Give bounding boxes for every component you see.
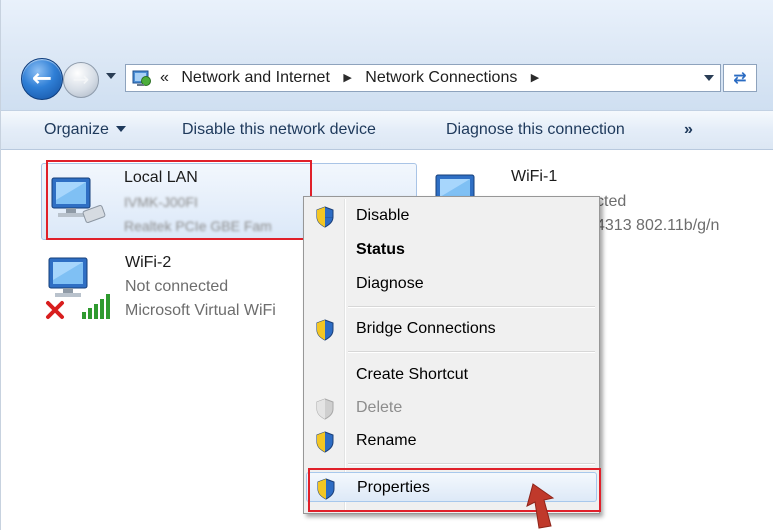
menu-item-label: Rename xyxy=(356,432,417,449)
signal-bars-icon xyxy=(82,294,110,319)
breadcrumb-overflow[interactable]: « xyxy=(160,69,169,86)
breadcrumb-network-and-internet[interactable]: Network and Internet xyxy=(181,69,330,86)
connection-wifi-2[interactable]: WiFi-2 Not connected Microsoft Virtual W… xyxy=(41,250,311,327)
refresh-button[interactable]: ⇄ xyxy=(723,64,757,92)
more-commands-button[interactable]: » xyxy=(684,111,693,149)
address-dropdown-icon[interactable] xyxy=(704,75,714,81)
menu-item-label: Delete xyxy=(356,399,403,416)
address-bar[interactable]: « Network and Internet ▶ Network Connect… xyxy=(125,64,721,92)
menu-item-label: Bridge Connections xyxy=(356,320,496,337)
control-panel-icon xyxy=(132,70,151,86)
disable-device-button[interactable]: Disable this network device xyxy=(182,111,376,149)
explorer-window: ← → « Network and Internet ▶ Network Con… xyxy=(0,0,773,530)
breadcrumb-separator-icon[interactable]: ▶ xyxy=(531,65,539,91)
connection-status: Not connected xyxy=(125,278,229,295)
organize-menu[interactable]: Organize xyxy=(44,111,126,149)
menu-separator xyxy=(348,351,595,353)
menu-item-delete[interactable]: Delete xyxy=(306,393,597,423)
chevron-down-icon xyxy=(115,126,126,132)
menu-item-create-shortcut[interactable]: Create Shortcut xyxy=(306,360,597,390)
back-button[interactable]: ← xyxy=(21,58,63,100)
menu-item-status[interactable]: Status xyxy=(306,235,597,265)
menu-separator xyxy=(348,463,595,465)
menu-item-bridge-connections[interactable]: Bridge Connections xyxy=(306,314,597,344)
context-menu: Disable Status Diagnose Bridge Connectio… xyxy=(303,196,600,514)
recent-pages-dropdown[interactable] xyxy=(106,73,116,79)
breadcrumb-network-connections[interactable]: Network Connections xyxy=(365,69,517,86)
breadcrumb: « Network and Internet ▶ Network Connect… xyxy=(160,65,548,91)
diagnose-connection-button[interactable]: Diagnose this connection xyxy=(446,111,625,149)
uac-shield-icon xyxy=(316,431,334,453)
disconnected-x-icon xyxy=(46,301,64,319)
uac-shield-icon xyxy=(316,398,334,420)
menu-item-rename[interactable]: Rename xyxy=(306,426,597,456)
uac-shield-icon xyxy=(316,319,334,341)
connection-name: WiFi-1 xyxy=(511,168,558,185)
connection-status: cted xyxy=(596,193,627,210)
menu-separator xyxy=(348,306,595,308)
menu-item-label: Diagnose xyxy=(356,275,424,292)
forward-button[interactable]: → xyxy=(63,62,99,98)
menu-item-label: Disable xyxy=(356,207,410,224)
menu-item-disable[interactable]: Disable xyxy=(306,201,597,231)
connection-adapter: 4313 802.11b/g/n xyxy=(596,217,720,234)
navigation-bar: ← → « Network and Internet ▶ Network Con… xyxy=(1,0,773,110)
connection-adapter: Microsoft Virtual WiFi xyxy=(125,302,276,319)
connection-name: WiFi-2 xyxy=(125,254,172,271)
highlight-box xyxy=(46,160,312,240)
menu-item-diagnose[interactable]: Diagnose xyxy=(306,269,597,299)
organize-label: Organize xyxy=(44,121,109,138)
breadcrumb-separator-icon[interactable]: ▶ xyxy=(343,65,351,91)
command-bar: Organize Disable this network device Dia… xyxy=(1,110,773,150)
menu-item-label: Create Shortcut xyxy=(356,366,469,383)
uac-shield-icon xyxy=(316,206,334,228)
menu-item-label: Status xyxy=(356,241,405,258)
pointer-arrow-icon xyxy=(526,483,555,529)
